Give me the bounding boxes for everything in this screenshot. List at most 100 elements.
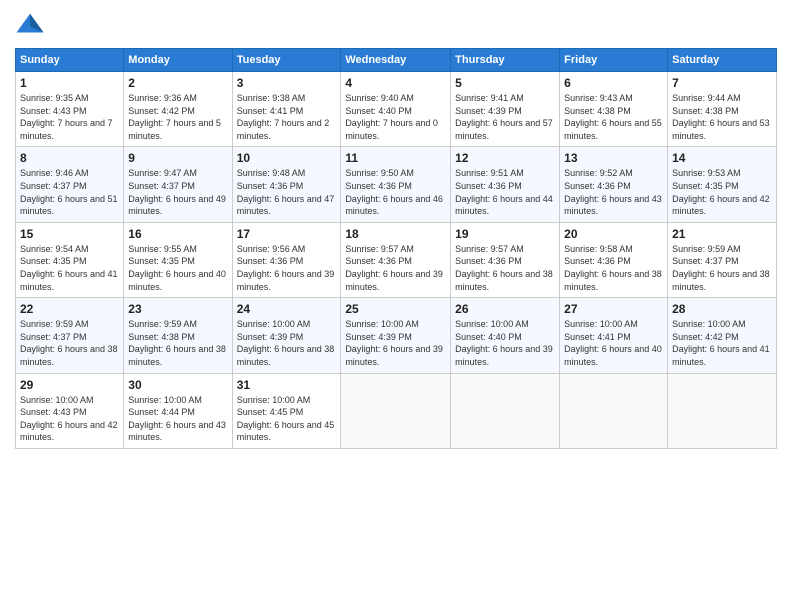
calendar-cell: 10 Sunrise: 9:48 AM Sunset: 4:36 PM Dayl… — [232, 147, 341, 222]
daylight-label: Daylight: 6 hours and 45 minutes. — [237, 420, 335, 443]
day-number: 17 — [237, 227, 337, 241]
calendar-cell — [341, 373, 451, 448]
daylight-label: Daylight: 7 hours and 0 minutes. — [345, 118, 438, 141]
day-info: Sunrise: 9:47 AM Sunset: 4:37 PM Dayligh… — [128, 167, 227, 217]
sunrise-label: Sunrise: 9:59 AM — [20, 319, 89, 329]
sunrise-label: Sunrise: 9:56 AM — [237, 244, 306, 254]
sunset-label: Sunset: 4:45 PM — [237, 407, 304, 417]
day-number: 1 — [20, 76, 119, 90]
sunset-label: Sunset: 4:39 PM — [455, 106, 522, 116]
sunrise-label: Sunrise: 10:00 AM — [237, 319, 311, 329]
calendar-cell: 23 Sunrise: 9:59 AM Sunset: 4:38 PM Dayl… — [124, 298, 232, 373]
day-info: Sunrise: 10:00 AM Sunset: 4:39 PM Daylig… — [345, 318, 446, 368]
day-number: 21 — [672, 227, 772, 241]
day-number: 22 — [20, 302, 119, 316]
day-number: 11 — [345, 151, 446, 165]
day-number: 2 — [128, 76, 227, 90]
daylight-label: Daylight: 7 hours and 7 minutes. — [20, 118, 113, 141]
daylight-label: Daylight: 6 hours and 39 minutes. — [237, 269, 335, 292]
calendar-cell: 17 Sunrise: 9:56 AM Sunset: 4:36 PM Dayl… — [232, 222, 341, 297]
sunset-label: Sunset: 4:40 PM — [455, 332, 522, 342]
sunset-label: Sunset: 4:37 PM — [128, 181, 195, 191]
daylight-label: Daylight: 7 hours and 5 minutes. — [128, 118, 221, 141]
calendar-cell: 21 Sunrise: 9:59 AM Sunset: 4:37 PM Dayl… — [668, 222, 777, 297]
daylight-label: Daylight: 6 hours and 53 minutes. — [672, 118, 770, 141]
sunrise-label: Sunrise: 10:00 AM — [20, 395, 94, 405]
sunrise-label: Sunrise: 10:00 AM — [128, 395, 202, 405]
sunrise-label: Sunrise: 9:55 AM — [128, 244, 197, 254]
calendar-cell: 29 Sunrise: 10:00 AM Sunset: 4:43 PM Day… — [16, 373, 124, 448]
day-number: 31 — [237, 378, 337, 392]
calendar-cell: 11 Sunrise: 9:50 AM Sunset: 4:36 PM Dayl… — [341, 147, 451, 222]
day-info: Sunrise: 10:00 AM Sunset: 4:39 PM Daylig… — [237, 318, 337, 368]
sunrise-label: Sunrise: 10:00 AM — [455, 319, 529, 329]
sunset-label: Sunset: 4:44 PM — [128, 407, 195, 417]
col-header-tuesday: Tuesday — [232, 49, 341, 72]
sunrise-label: Sunrise: 10:00 AM — [237, 395, 311, 405]
header — [15, 10, 777, 40]
day-number: 5 — [455, 76, 555, 90]
sunset-label: Sunset: 4:36 PM — [345, 181, 412, 191]
sunrise-label: Sunrise: 9:38 AM — [237, 93, 306, 103]
day-info: Sunrise: 9:44 AM Sunset: 4:38 PM Dayligh… — [672, 92, 772, 142]
calendar-table: SundayMondayTuesdayWednesdayThursdayFrid… — [15, 48, 777, 449]
col-header-saturday: Saturday — [668, 49, 777, 72]
sunset-label: Sunset: 4:41 PM — [237, 106, 304, 116]
day-number: 24 — [237, 302, 337, 316]
sunset-label: Sunset: 4:43 PM — [20, 106, 87, 116]
sunrise-label: Sunrise: 9:50 AM — [345, 168, 414, 178]
day-info: Sunrise: 9:59 AM Sunset: 4:38 PM Dayligh… — [128, 318, 227, 368]
logo — [15, 10, 49, 40]
day-number: 4 — [345, 76, 446, 90]
day-info: Sunrise: 9:52 AM Sunset: 4:36 PM Dayligh… — [564, 167, 663, 217]
day-number: 10 — [237, 151, 337, 165]
daylight-label: Daylight: 6 hours and 38 minutes. — [237, 344, 335, 367]
daylight-label: Daylight: 6 hours and 51 minutes. — [20, 194, 118, 217]
day-info: Sunrise: 9:57 AM Sunset: 4:36 PM Dayligh… — [455, 243, 555, 293]
daylight-label: Daylight: 6 hours and 43 minutes. — [128, 420, 226, 443]
col-header-monday: Monday — [124, 49, 232, 72]
sunrise-label: Sunrise: 9:57 AM — [455, 244, 524, 254]
calendar-cell: 20 Sunrise: 9:58 AM Sunset: 4:36 PM Dayl… — [560, 222, 668, 297]
day-number: 9 — [128, 151, 227, 165]
day-info: Sunrise: 9:35 AM Sunset: 4:43 PM Dayligh… — [20, 92, 119, 142]
day-info: Sunrise: 9:50 AM Sunset: 4:36 PM Dayligh… — [345, 167, 446, 217]
col-header-wednesday: Wednesday — [341, 49, 451, 72]
daylight-label: Daylight: 6 hours and 38 minutes. — [455, 269, 553, 292]
day-number: 15 — [20, 227, 119, 241]
sunrise-label: Sunrise: 10:00 AM — [564, 319, 638, 329]
calendar-cell: 22 Sunrise: 9:59 AM Sunset: 4:37 PM Dayl… — [16, 298, 124, 373]
calendar-cell — [451, 373, 560, 448]
daylight-label: Daylight: 6 hours and 41 minutes. — [20, 269, 118, 292]
sunrise-label: Sunrise: 9:35 AM — [20, 93, 89, 103]
calendar-cell: 1 Sunrise: 9:35 AM Sunset: 4:43 PM Dayli… — [16, 72, 124, 147]
sunset-label: Sunset: 4:37 PM — [672, 256, 739, 266]
day-number: 18 — [345, 227, 446, 241]
day-info: Sunrise: 9:51 AM Sunset: 4:36 PM Dayligh… — [455, 167, 555, 217]
sunset-label: Sunset: 4:37 PM — [20, 181, 87, 191]
sunrise-label: Sunrise: 9:40 AM — [345, 93, 414, 103]
daylight-label: Daylight: 6 hours and 39 minutes. — [345, 269, 443, 292]
day-info: Sunrise: 9:54 AM Sunset: 4:35 PM Dayligh… — [20, 243, 119, 293]
daylight-label: Daylight: 6 hours and 41 minutes. — [672, 344, 770, 367]
col-header-sunday: Sunday — [16, 49, 124, 72]
sunset-label: Sunset: 4:36 PM — [455, 181, 522, 191]
day-number: 6 — [564, 76, 663, 90]
day-info: Sunrise: 9:36 AM Sunset: 4:42 PM Dayligh… — [128, 92, 227, 142]
daylight-label: Daylight: 6 hours and 38 minutes. — [672, 269, 770, 292]
sunset-label: Sunset: 4:42 PM — [672, 332, 739, 342]
sunrise-label: Sunrise: 9:54 AM — [20, 244, 89, 254]
sunset-label: Sunset: 4:40 PM — [345, 106, 412, 116]
day-info: Sunrise: 9:43 AM Sunset: 4:38 PM Dayligh… — [564, 92, 663, 142]
day-info: Sunrise: 9:38 AM Sunset: 4:41 PM Dayligh… — [237, 92, 337, 142]
sunrise-label: Sunrise: 9:41 AM — [455, 93, 524, 103]
calendar-cell: 26 Sunrise: 10:00 AM Sunset: 4:40 PM Day… — [451, 298, 560, 373]
day-number: 14 — [672, 151, 772, 165]
day-info: Sunrise: 9:40 AM Sunset: 4:40 PM Dayligh… — [345, 92, 446, 142]
sunrise-label: Sunrise: 9:44 AM — [672, 93, 741, 103]
calendar-cell: 24 Sunrise: 10:00 AM Sunset: 4:39 PM Day… — [232, 298, 341, 373]
sunset-label: Sunset: 4:36 PM — [345, 256, 412, 266]
day-number: 3 — [237, 76, 337, 90]
daylight-label: Daylight: 6 hours and 46 minutes. — [345, 194, 443, 217]
day-number: 19 — [455, 227, 555, 241]
